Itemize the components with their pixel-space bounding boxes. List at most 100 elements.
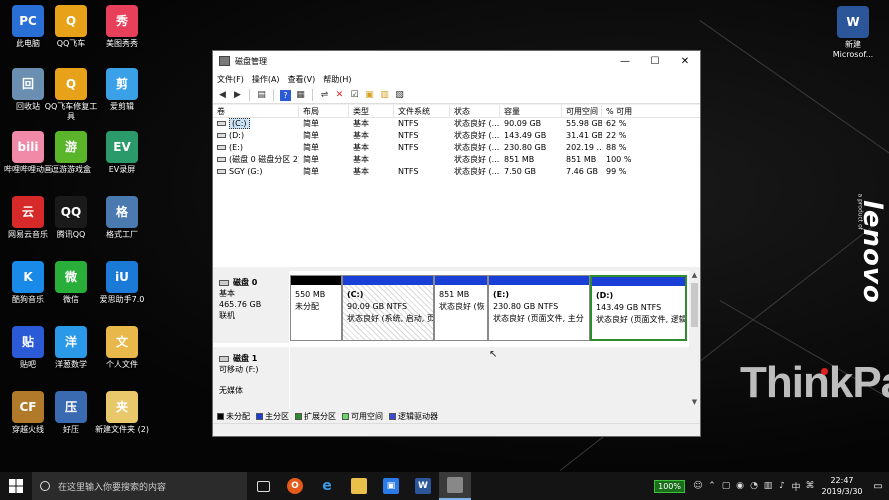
partition-bar <box>435 276 487 285</box>
chevron-up-icon[interactable]: ⌃ <box>705 481 719 491</box>
tray-app-icon[interactable]: ◔ <box>747 481 761 491</box>
disk-0-size: 465.76 GB <box>219 300 262 309</box>
desktop-icon-label: 新建 Microsof... <box>832 40 874 59</box>
task-view-button[interactable] <box>247 472 279 500</box>
desktop-icon[interactable]: 夹新建文件夹 (2) <box>94 391 150 435</box>
list-view-icon[interactable]: ▤ <box>256 90 267 101</box>
volume-cell-capacity: 7.50 GB <box>504 167 537 176</box>
volume-row[interactable]: (C:) 简单 基本 NTFS 状态良好 (... 90.09 GB 55.98 GB 62 … <box>213 118 700 130</box>
disk-management-icon <box>219 56 230 66</box>
desktop-icon[interactable]: iU 爱思助手7.0 <box>94 261 150 305</box>
legend-swatch <box>217 412 224 420</box>
column-percent-free[interactable]: % 可用 <box>602 105 700 117</box>
store-icon: ▣ <box>383 478 399 494</box>
notification-icon[interactable]: ▭ <box>867 481 889 492</box>
edge-icon: e <box>322 478 332 494</box>
taskbar: 在这里输入你要搜索的内容 O e ▣ W 100% ☺ ⌃ ▢ ◉ ◔ ▥ ♪ … <box>0 472 889 500</box>
column-layout[interactable]: 布局 <box>299 105 349 117</box>
volume-name: SGY (G:) <box>229 167 263 176</box>
tray-app-icon[interactable]: ◉ <box>733 481 747 491</box>
disk-1-label[interactable]: 磁盘 1 可移动 (F:) 无媒体 <box>213 347 289 409</box>
desktop-icon[interactable]: 剪爱剪辑 <box>94 68 150 112</box>
menu-view[interactable]: 查看(V) <box>288 74 316 85</box>
menu-action[interactable]: 操作(A) <box>252 74 280 85</box>
start-button[interactable] <box>0 472 32 500</box>
battery-indicator[interactable]: 100% <box>654 479 685 493</box>
taskbar-app-edge[interactable]: e <box>311 472 343 500</box>
volume-row[interactable]: (磁盘 0 磁盘分区 2) 简单 基本 状态良好 (... 851 MB 851 MB 10… <box>213 154 700 166</box>
volume-row[interactable]: (E:) 简单 基本 NTFS 状态良好 (... 230.80 GB 202.19 ...… <box>213 142 700 154</box>
desktop: PC 此电脑 Q QQ飞车秀美图秀秀回回收站 Q QQ飞车修复工具剪爱剪辑 bili 哔哩哔哩… <box>0 0 889 472</box>
column-capacity[interactable]: 容量 <box>500 105 562 117</box>
partition-unallocated[interactable]: 550 MB 未分配 <box>290 275 342 341</box>
desktop-icon[interactable]: EV EV录屏 <box>94 131 150 175</box>
partition-d[interactable]: (D:) 143.49 GB NTFS 状态良好 (页面文件, 逻辑 <box>590 275 687 341</box>
desktop-icon[interactable]: 洋洋葱数学 <box>43 326 99 370</box>
volume-icon[interactable]: ♪ <box>775 481 789 491</box>
volume-row[interactable]: (D:) 简单 基本 NTFS 状态良好 (... 143.49 GB 31.41 GB 22… <box>213 130 700 142</box>
column-filesystem[interactable]: 文件系统 <box>394 105 450 117</box>
partition-recovery[interactable]: 851 MB 状态良好 (恢 <box>434 275 488 341</box>
clock-time: 22:47 <box>830 476 854 485</box>
new-volume-icon[interactable]: ▣ <box>364 90 375 101</box>
scrollbar-thumb[interactable] <box>691 283 698 327</box>
settings-icon[interactable]: ▧ <box>394 90 405 101</box>
desktop-icon[interactable]: QQ 腾讯QQ <box>43 196 99 240</box>
scroll-down-icon[interactable]: ▼ <box>689 398 700 406</box>
desktop-icon[interactable]: Q QQ飞车修复工具 <box>43 68 99 122</box>
volume-cell-status: 状态良好 (... <box>454 143 500 152</box>
legend-swatch <box>389 412 396 420</box>
taskbar-search-input[interactable]: 在这里输入你要搜索的内容 <box>32 472 247 500</box>
ime-indicator[interactable]: 中 <box>789 480 803 493</box>
taskbar-app-office[interactable]: O <box>279 472 311 500</box>
title-bar[interactable]: 磁盘管理 — ☐ ✕ <box>213 51 700 71</box>
taskbar-app-disk-management[interactable] <box>439 472 471 500</box>
column-volume[interactable]: 卷 <box>213 105 299 117</box>
clock[interactable]: 22:47 2019/3/30 <box>817 475 867 497</box>
desktop-icon[interactable]: 秀美图秀秀 <box>94 5 150 49</box>
column-free-space[interactable]: 可用空间 <box>562 105 602 117</box>
disk-0-label[interactable]: 磁盘 0 基本 465.76 GB 联机 <box>213 271 289 343</box>
partition-c[interactable]: (C:) 90.09 GB NTFS 状态良好 (系统, 启动, 页 <box>342 275 434 341</box>
back-arrow-icon[interactable]: ◀ <box>217 90 228 101</box>
minimize-button[interactable]: — <box>610 51 640 71</box>
ime-settings-icon[interactable]: ⌘ <box>803 481 817 491</box>
legend-item: 逻辑驱动器 <box>389 411 438 422</box>
desktop-icon[interactable]: 格格式工厂 <box>94 196 150 240</box>
connect-icon[interactable]: ⇌ <box>319 90 330 101</box>
help-icon[interactable]: ? <box>280 89 291 101</box>
desktop-icon-word-file[interactable]: W 新建 Microsof... <box>825 6 881 60</box>
check-icon[interactable]: ☑ <box>349 90 360 101</box>
taskbar-app-word[interactable]: W <box>407 472 439 500</box>
legend-item: 未分配 <box>217 411 250 422</box>
scroll-up-icon[interactable]: ▲ <box>689 271 700 279</box>
menu-help[interactable]: 帮助(H) <box>323 74 351 85</box>
forward-arrow-icon[interactable]: ▶ <box>232 90 243 101</box>
desktop-icon[interactable]: Q QQ飞车 <box>43 5 99 49</box>
volume-name: (磁盘 0 磁盘分区 2) <box>229 155 299 164</box>
delete-icon[interactable]: ✕ <box>334 90 345 101</box>
partition-status: 状态良好 (恢 <box>439 302 485 311</box>
menu-file[interactable]: 文件(F) <box>217 74 244 85</box>
desktop-icon[interactable]: 微微信 <box>43 261 99 305</box>
disk-graphical-view: 磁盘 0 基本 465.76 GB 联机 550 MB 未分配 (C:) 90.09… <box>213 271 700 409</box>
partition-size: 550 MB <box>295 290 326 299</box>
tray-app-icon[interactable]: ▢ <box>719 481 733 491</box>
desktop-icon[interactable]: 文个人文件 <box>94 326 150 370</box>
people-icon[interactable]: ☺ <box>691 481 705 491</box>
maximize-button[interactable]: ☐ <box>640 51 670 71</box>
taskbar-app-store[interactable]: ▣ <box>375 472 407 500</box>
desktop-icon[interactable]: 压好压 <box>43 391 99 435</box>
partition-e[interactable]: (E:) 230.80 GB NTFS 状态良好 (页面文件, 主分 <box>488 275 590 341</box>
taskbar-app-explorer[interactable] <box>343 472 375 500</box>
graph-scrollbar[interactable]: ▲ ▼ <box>689 271 700 409</box>
column-status[interactable]: 状态 <box>450 105 500 117</box>
desktop-icon[interactable]: 游逗游游戏盒 <box>43 131 99 175</box>
close-button[interactable]: ✕ <box>670 51 700 71</box>
tray-app-icon[interactable]: ▥ <box>761 481 775 491</box>
lenovo-logo: lenovo <box>857 200 887 304</box>
folder-icon[interactable]: ▥ <box>379 90 390 101</box>
volume-row[interactable]: SGY (G:) 简单 基本 NTFS 状态良好 (... 7.50 GB 7.46 GB 9… <box>213 166 700 178</box>
column-type[interactable]: 类型 <box>349 105 394 117</box>
properties-icon[interactable]: ▦ <box>295 90 306 101</box>
